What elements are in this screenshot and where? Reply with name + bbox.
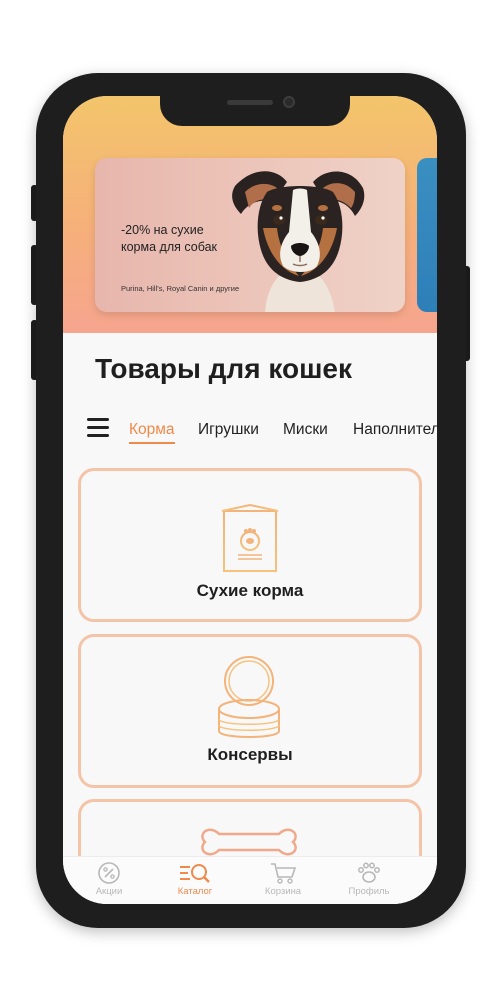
speaker-grille — [227, 100, 273, 105]
promo-card-next[interactable] — [417, 158, 437, 312]
phone-notch — [160, 96, 350, 126]
app-screen: -20% на сухие корма для собак Purina, Hi… — [63, 96, 437, 904]
nav-label: Корзина — [264, 886, 302, 897]
category-label: Консервы — [207, 745, 293, 764]
category-label: Сухие корма — [196, 581, 304, 600]
nav-label: Акции — [95, 886, 123, 897]
catalog-search-icon — [180, 864, 210, 883]
percent-icon — [98, 862, 120, 884]
cart-icon — [271, 863, 297, 884]
bottom-nav: Акции Каталог Корзина Профиль — [63, 856, 437, 904]
tab-korma[interactable]: Корма — [129, 421, 175, 444]
nav-label: Каталог — [177, 886, 213, 897]
category-card-canned[interactable]: Консервы — [78, 634, 422, 788]
tab-igrushki[interactable]: Игрушки — [198, 421, 259, 439]
nav-cart[interactable]: Корзина — [248, 861, 318, 897]
category-card-dry-food[interactable]: Сухие корма — [78, 468, 422, 622]
front-camera — [283, 96, 295, 108]
paw-icon — [358, 862, 380, 883]
dry-food-bag-icon — [221, 503, 279, 572]
bone-icon — [201, 828, 297, 856]
hero-banner-area: -20% на сухие корма для собак Purina, Hi… — [63, 96, 437, 333]
promo-card[interactable]: -20% на сухие корма для собак Purina, Hi… — [95, 158, 405, 312]
tab-napolniteli[interactable]: Наполнители — [353, 421, 437, 439]
dog-photo — [232, 171, 365, 312]
nav-catalog[interactable]: Каталог — [160, 861, 230, 897]
tab-miski[interactable]: Миски — [283, 421, 328, 439]
category-tabs: Корма Игрушки Миски Наполнители — [87, 412, 437, 452]
page-title: Товары для кошек — [95, 353, 353, 384]
nav-profile[interactable]: Профиль — [334, 861, 404, 897]
canned-food-icon — [218, 656, 280, 738]
nav-label: Профиль — [348, 886, 390, 897]
nav-promotions[interactable]: Акции — [74, 861, 144, 897]
menu-icon[interactable] — [87, 418, 109, 438]
